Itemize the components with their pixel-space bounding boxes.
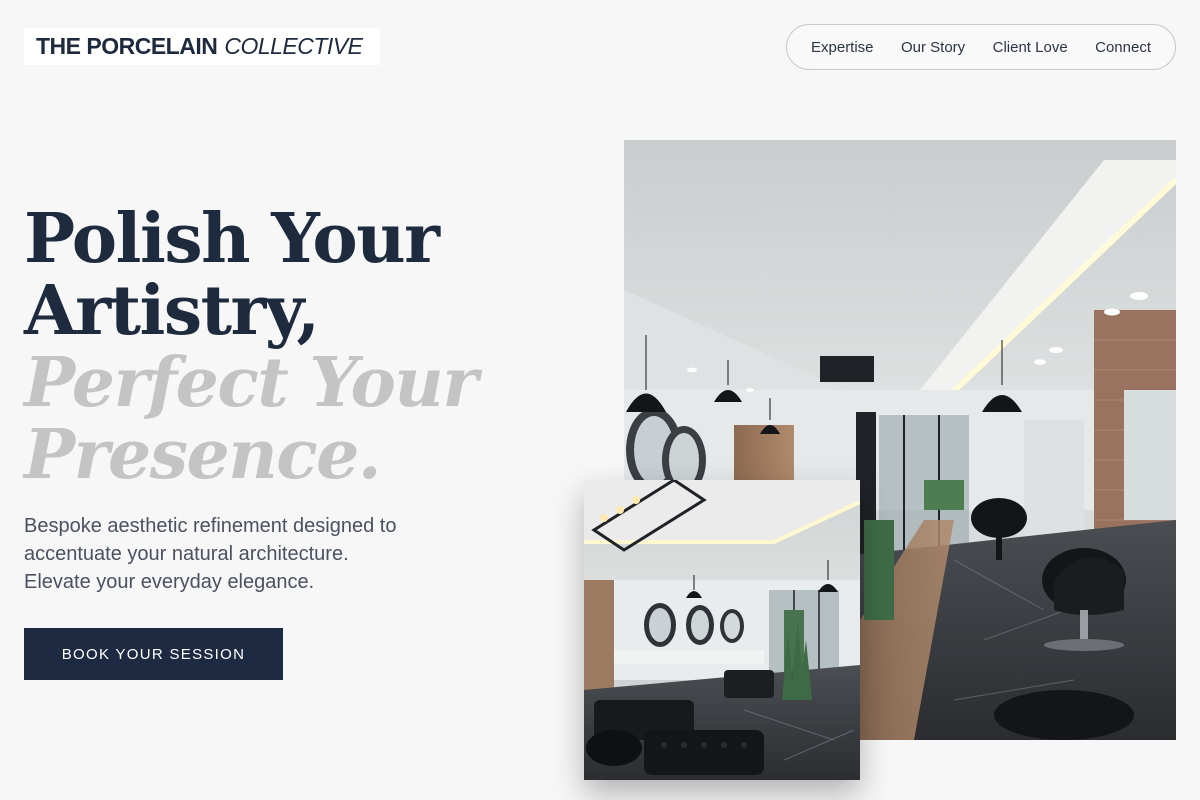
salon-secondary-image bbox=[584, 480, 860, 780]
nav-item-client-love[interactable]: Client Love bbox=[993, 39, 1068, 56]
subtext-line-1: Bespoke aesthetic refinement designed to bbox=[24, 515, 397, 537]
brand-name-light: COLLECTIVE bbox=[224, 33, 363, 59]
nav-item-connect[interactable]: Connect bbox=[1095, 39, 1151, 56]
headline-italic-line-2: Presence. bbox=[24, 415, 382, 495]
brand-logo[interactable]: THE PORCELAIN COLLECTIVE bbox=[24, 28, 380, 65]
book-session-button[interactable]: BOOK YOUR SESSION bbox=[24, 628, 283, 680]
subtext-line-3: Elevate your everyday elegance. bbox=[24, 571, 315, 593]
headline-italic-line-1: Perfect Your bbox=[24, 343, 478, 423]
hero-headline: Polish Your Artistry, Perfect Your Prese… bbox=[24, 199, 478, 495]
brand-name-bold: THE PORCELAIN bbox=[36, 33, 218, 59]
subtext-line-2: accentuate your natural architecture. bbox=[24, 543, 349, 565]
headline-line-1: Polish Your bbox=[24, 199, 440, 279]
headline-line-2: Artistry, bbox=[24, 271, 320, 351]
hero-subtext: Bespoke aesthetic refinement designed to… bbox=[24, 512, 474, 596]
nav-item-expertise[interactable]: Expertise bbox=[811, 39, 874, 56]
nav-item-our-story[interactable]: Our Story bbox=[901, 39, 965, 56]
main-nav: Expertise Our Story Client Love Connect bbox=[786, 24, 1176, 70]
